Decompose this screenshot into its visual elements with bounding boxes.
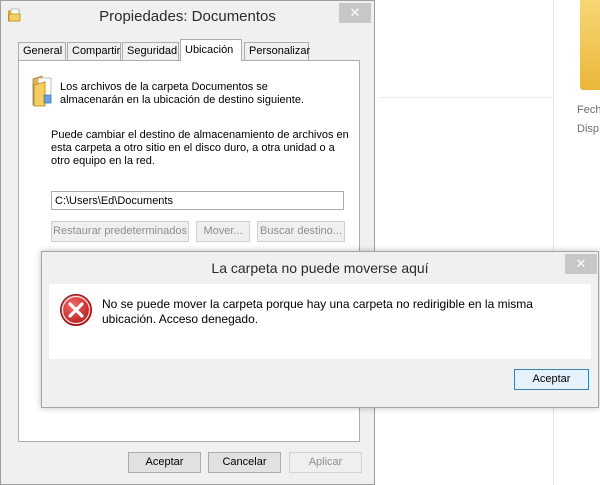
error-icon: [60, 294, 92, 326]
location-path-input[interactable]: [51, 191, 344, 210]
error-ok-button[interactable]: Aceptar: [514, 369, 589, 390]
error-dialog: La carpeta no puede moverse aquí ✕ No se…: [41, 251, 599, 408]
close-icon: ✕: [349, 5, 361, 20]
properties-window: Propiedades: Documentos ✕ General Compar…: [0, 0, 375, 485]
intro-text-line-2: almacenarán en la ubicación de destino s…: [60, 94, 304, 106]
tab-personalizar[interactable]: Personalizar: [244, 42, 310, 60]
tab-general[interactable]: General: [18, 42, 66, 60]
column-header-availability: Disp: [577, 123, 600, 135]
restore-defaults-button[interactable]: Restaurar predeterminados: [51, 221, 189, 242]
properties-titlebar: Propiedades: Documentos ✕: [1, 1, 374, 33]
cancel-button[interactable]: Cancelar: [208, 452, 281, 473]
apply-button[interactable]: Aplicar: [289, 452, 362, 473]
documents-folder-icon: [32, 75, 52, 107]
explorer-separator: [380, 97, 553, 98]
explorer-divider: [553, 0, 554, 485]
error-close-button[interactable]: ✕: [565, 254, 597, 274]
error-message: No se puede mover la carpeta porque hay …: [102, 297, 533, 326]
tab-seguridad[interactable]: Seguridad: [122, 42, 179, 60]
column-header-date: Fech: [577, 104, 600, 116]
move-button[interactable]: Mover...: [196, 221, 250, 242]
window-title: Propiedades: Documentos: [99, 8, 276, 25]
find-target-button[interactable]: Buscar destino...: [257, 221, 345, 242]
close-icon: ✕: [575, 256, 587, 271]
error-dialog-body: No se puede mover la carpeta porque hay …: [49, 284, 591, 359]
intro-text-line-1: Los archivos de la carpeta Documentos se: [60, 81, 268, 93]
change-text-line-2: esta carpeta a otro sitio en el disco du…: [51, 142, 335, 154]
error-dialog-titlebar: La carpeta no puede moverse aquí ✕: [42, 252, 598, 284]
tab-compartir[interactable]: Compartir: [67, 42, 121, 60]
error-dialog-title: La carpeta no puede moverse aquí: [211, 260, 429, 276]
folder-icon[interactable]: [580, 0, 600, 90]
tab-ubicacion[interactable]: Ubicación: [180, 39, 242, 61]
change-text-line-3: otro equipo en la red.: [51, 155, 155, 167]
ok-button[interactable]: Aceptar: [128, 452, 201, 473]
change-text-line-1: Puede cambiar el destino de almacenamien…: [51, 129, 349, 141]
close-button[interactable]: ✕: [339, 3, 371, 23]
